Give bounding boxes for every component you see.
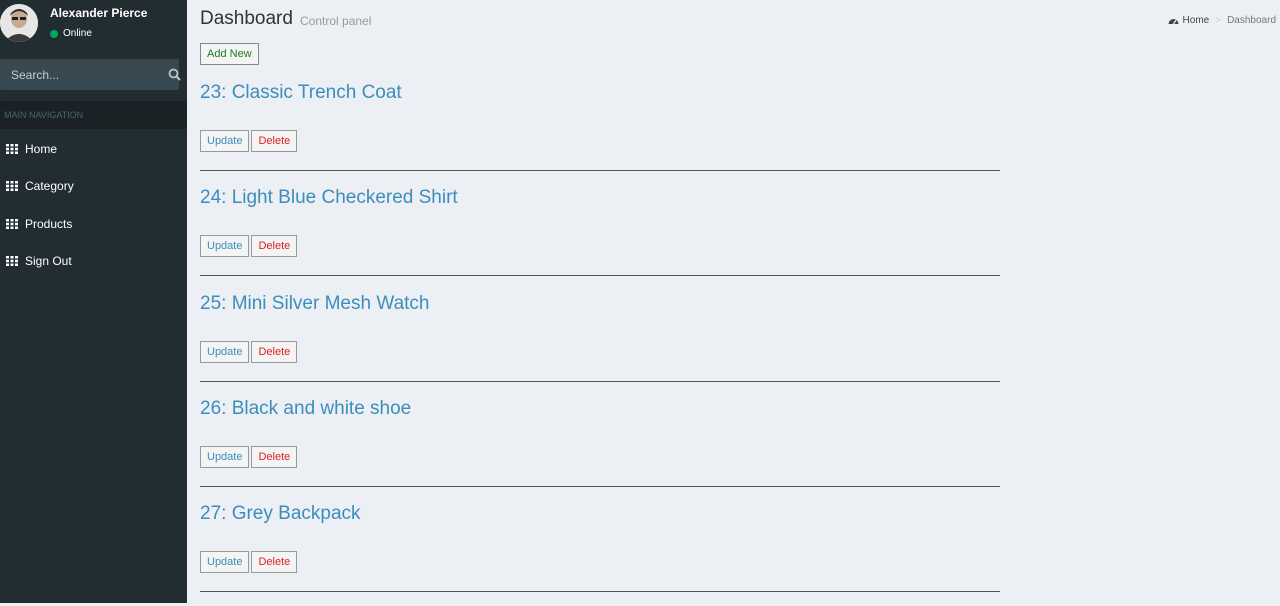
delete-button[interactable]: Delete	[251, 445, 298, 468]
search-icon	[168, 68, 181, 81]
page-title: Dashboard	[200, 8, 293, 29]
list-item: 25: Mini Silver Mesh Watch Update Delete	[200, 291, 1000, 396]
delete-button[interactable]: Delete	[251, 235, 298, 258]
product-actions: Update Delete	[200, 235, 299, 258]
list-item: 27: Grey Backpack Update Delete	[200, 501, 1000, 606]
dashboard-icon	[1168, 19, 1179, 25]
update-button[interactable]: Update	[200, 130, 250, 152]
user-name: Alexander Pierce	[50, 6, 148, 20]
update-button[interactable]: Update	[200, 340, 250, 363]
delete-button[interactable]: Delete	[251, 551, 298, 574]
sidebar-item-label: Products	[25, 216, 73, 231]
grid-icon	[6, 218, 18, 229]
delete-button[interactable]: Delete	[251, 130, 298, 152]
user-status-label: Online	[63, 28, 92, 39]
sidebar-item-label: Category	[25, 179, 74, 194]
grid-icon	[6, 256, 18, 267]
grid-icon	[6, 181, 18, 192]
list-item: 26: Black and white shoe Update Delete	[200, 396, 1000, 501]
user-status: Online	[50, 28, 92, 39]
breadcrumb-home-link[interactable]: Home	[1183, 15, 1210, 26]
sidebar-item-sign-out[interactable]: Sign Out	[0, 243, 187, 281]
sidebar-item-label: Sign Out	[25, 254, 72, 269]
product-actions: Update Delete	[200, 445, 299, 468]
product-title-link[interactable]: 25: Mini Silver Mesh Watch	[200, 293, 429, 315]
main-navigation-header: MAIN NAVIGATION	[0, 101, 187, 129]
product-actions: Update Delete	[200, 340, 299, 363]
breadcrumb-current: Dashboard	[1227, 15, 1276, 26]
main-navigation: Home Category Products Sign Out	[0, 130, 187, 280]
online-status-icon	[50, 29, 58, 38]
add-new-button[interactable]: Add New	[200, 43, 259, 65]
divider	[200, 275, 1000, 277]
grid-icon	[6, 143, 18, 154]
page-subtitle: Control panel	[300, 14, 372, 28]
divider	[200, 485, 1000, 487]
sidebar-item-products[interactable]: Products	[0, 205, 187, 243]
product-title-link[interactable]: 24: Light Blue Checkered Shirt	[200, 187, 458, 209]
product-title-link[interactable]: 26: Black and white shoe	[200, 398, 411, 420]
divider	[200, 380, 1000, 382]
update-button[interactable]: Update	[200, 551, 250, 574]
sidebar: Alexander Pierce Online MAIN NAVIGATION …	[0, 0, 187, 603]
breadcrumb: Home > Dashboard	[1168, 15, 1276, 26]
sidebar-item-home[interactable]: Home	[0, 130, 187, 168]
avatar	[0, 4, 38, 42]
divider	[200, 591, 1000, 593]
search-button[interactable]	[168, 60, 181, 89]
list-item: 24: Light Blue Checkered Shirt Update De…	[200, 185, 1000, 290]
list-item: 23: Classic Trench Coat Update Delete	[200, 80, 1000, 185]
divider	[200, 170, 1000, 171]
product-title-link[interactable]: 27: Grey Backpack	[200, 503, 361, 525]
product-list: 23: Classic Trench Coat Update Delete 24…	[200, 80, 1000, 606]
product-title-link[interactable]: 23: Classic Trench Coat	[200, 82, 402, 104]
update-button[interactable]: Update	[200, 445, 250, 468]
product-actions: Update Delete	[200, 551, 299, 574]
search-input[interactable]	[1, 66, 168, 83]
breadcrumb-separator: >	[1215, 15, 1222, 26]
delete-button[interactable]: Delete	[251, 340, 298, 363]
sidebar-item-label: Home	[25, 141, 58, 156]
user-panel: Alexander Pierce Online	[0, 0, 187, 47]
main-content: Dashboard Control panel Home > Dashboard…	[187, 0, 1280, 603]
search-form	[0, 59, 181, 90]
update-button[interactable]: Update	[200, 235, 250, 258]
product-actions: Update Delete	[200, 130, 299, 152]
sidebar-item-category[interactable]: Category	[0, 168, 187, 206]
